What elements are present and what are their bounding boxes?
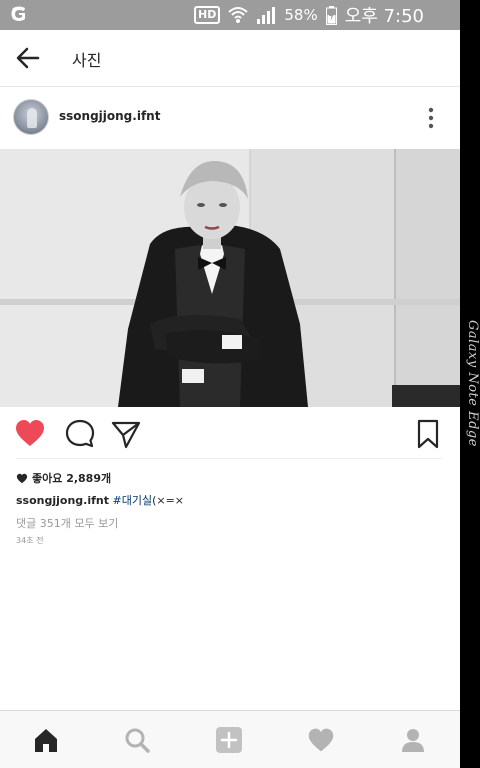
caption: ssongjjong.ifnt #대기실(×=× (16, 492, 184, 508)
clock: 오후 7:50 (344, 6, 424, 27)
bottom-nav (0, 710, 460, 768)
wifi-icon (228, 7, 249, 23)
search-icon[interactable] (123, 726, 151, 754)
share-icon[interactable] (110, 418, 142, 450)
battery-icon (325, 5, 337, 25)
app-notification-icon (11, 6, 25, 21)
caption-text: (×=× (152, 494, 185, 507)
status-icons: HD 58% 오후 7:50 (194, 4, 424, 27)
back-arrow-icon[interactable] (14, 44, 42, 72)
view-all-comments-link[interactable]: 댓글 351개 모두 보기 (16, 515, 118, 531)
status-bar: HD 58% 오후 7:50 (0, 0, 460, 30)
post-timestamp: 34초 전 (16, 536, 44, 545)
comment-icon[interactable] (64, 418, 96, 450)
likes-count[interactable]: 좋아요 2,889개 (16, 470, 111, 486)
heart-icon[interactable] (14, 418, 46, 450)
post-username[interactable]: ssongjjong.ifnt (59, 109, 160, 123)
likes-text: 좋아요 2,889개 (32, 472, 112, 485)
avatar[interactable] (13, 99, 49, 135)
more-icon[interactable] (422, 106, 440, 130)
activity-heart-icon[interactable] (307, 726, 335, 754)
post-photo-image (0, 149, 460, 407)
app-bar: 사진 (0, 30, 460, 87)
post-photo[interactable] (0, 149, 460, 407)
add-icon[interactable] (215, 726, 243, 754)
page-title: 사진 (72, 51, 102, 70)
bookmark-icon[interactable] (412, 418, 444, 450)
small-heart-icon (16, 473, 28, 483)
profile-icon[interactable] (399, 726, 427, 754)
post-actions (0, 408, 460, 458)
signal-icon (257, 7, 276, 24)
battery-percentage: 58% (284, 6, 318, 24)
caption-hashtag[interactable]: #대기실 (112, 494, 152, 507)
caption-username[interactable]: ssongjjong.ifnt (16, 494, 109, 507)
actions-divider (16, 458, 442, 459)
edge-panel-label: Galaxy Note Edge (465, 320, 480, 447)
hd-icon: HD (194, 6, 221, 24)
post-header: ssongjjong.ifnt (0, 88, 460, 148)
home-icon[interactable] (32, 726, 60, 754)
